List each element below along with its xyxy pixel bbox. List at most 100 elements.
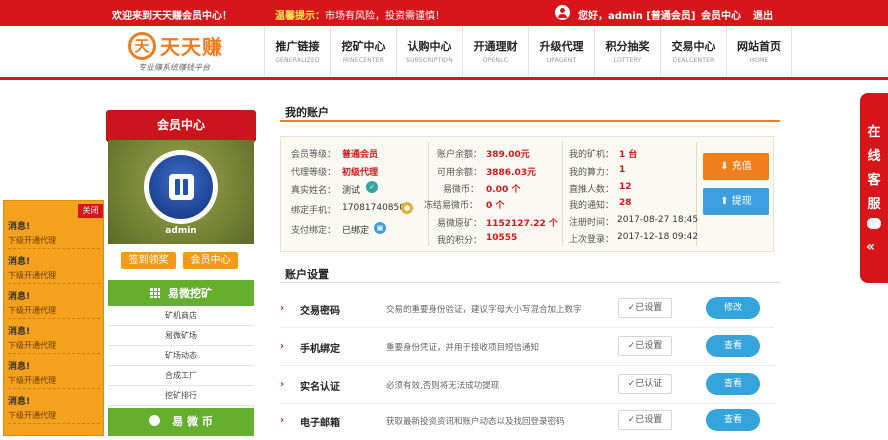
setting-name: 实名认证 (300, 382, 340, 393)
nav-deal-center[interactable]: 交易中心 DEALCENTER (660, 26, 726, 77)
settings-row-realname: › 实名认证 必须有效,否则将无法成功提现 ✓已认证 查看 (280, 366, 774, 404)
news-title: 消息! (8, 292, 31, 302)
nav-sublabel: LOTTERY (613, 57, 642, 64)
news-item[interactable]: 下级开通代理 (8, 305, 100, 319)
nav-label: 升级代理 (539, 40, 584, 53)
side-link-ranking[interactable]: 挖矿排行 (108, 386, 254, 406)
nav-label: 积分抽奖 (605, 40, 650, 53)
setting-desc: 交易的重要身份验证，建议字母大小写混合加上数字 (386, 305, 582, 315)
news-item[interactable]: 下级开通代理 (8, 270, 100, 284)
setting-status: ✓已设置 (618, 298, 672, 318)
chevron-right-icon: › (280, 379, 285, 390)
divider (696, 142, 697, 246)
news-item[interactable]: 下级开通代理 (8, 340, 100, 354)
nav-lottery[interactable]: 积分抽奖 LOTTERY (594, 26, 660, 77)
chat-bubble-icon (867, 218, 881, 229)
member-center-ribbon: 会员中心 (106, 110, 256, 140)
available-balance-value: 3886.03元 (486, 168, 536, 178)
nav-label: 认购中心 (407, 40, 452, 53)
acc-label: 代理等级： (291, 168, 337, 178)
news-title: 消息! (8, 222, 31, 232)
member-center-button[interactable]: 会员中心 (183, 252, 238, 269)
pause-icon (169, 174, 194, 200)
withdraw-button[interactable]: ⬆ 提现 (703, 188, 769, 215)
raw-ore-value: 1152127.22 个 (486, 219, 558, 229)
online-service-label: 在线客服 (867, 125, 881, 212)
logo-slogan: 专业赚系统赚钱平台 (138, 63, 210, 72)
logo-icon[interactable]: 天 (128, 32, 156, 60)
logo-name[interactable]: 天天赚 (160, 31, 223, 60)
side-link-miner-shop[interactable]: 矿机商店 (108, 306, 254, 326)
nav-sublabel: OPENLC (482, 57, 509, 64)
download-icon: ⬇ (720, 161, 732, 172)
acc-label: 我的通知： (569, 201, 615, 211)
online-service-tab[interactable]: 在线客服 « (860, 93, 888, 283)
news-item[interactable]: 下级开通代理 (8, 410, 100, 424)
acc-label: 我的算力： (569, 168, 615, 178)
setting-desc: 获取最新投资资讯和账户动态以及找回登录密码 (386, 417, 565, 427)
frozen-coin-value: 0 个 (486, 201, 505, 211)
news-item[interactable]: 下级开通代理 (8, 375, 100, 389)
acc-label: 易微原矿： (437, 219, 483, 229)
side-link-mine-news[interactable]: 矿场动态 (108, 346, 254, 366)
upload-icon: ⬆ (720, 196, 732, 207)
acc-label: 上次登录： (569, 235, 615, 245)
side-link-mine-field[interactable]: 易微矿场 (108, 326, 254, 346)
setting-status: ✓已设置 (618, 336, 672, 356)
nav-generalized[interactable]: 推广链接 GENERALIZED (264, 26, 330, 77)
acc-label: 我的矿机： (569, 150, 615, 160)
nav-sublabel: UPAGENT (546, 57, 577, 64)
nav-home[interactable]: 网站首页 HOME (726, 26, 792, 77)
coin-menu-header[interactable]: 易 微 币 (108, 408, 254, 436)
acc-label: 支付绑定： (291, 226, 337, 236)
avatar[interactable] (144, 150, 218, 224)
nav-upgrade-agent[interactable]: 升级代理 UPAGENT (528, 26, 594, 77)
view-button[interactable]: 查看 (706, 409, 760, 431)
nav-subscription[interactable]: 认购中心 SUBSCRIPTION (396, 26, 462, 77)
chevron-right-icon: › (280, 341, 285, 352)
member-center-link[interactable]: 会员中心 (701, 7, 741, 22)
nav-sublabel: MINECENTER (342, 57, 385, 64)
nav-open-lc[interactable]: 开通理财 OPENLC (462, 26, 528, 77)
nav-label: 交易中心 (671, 40, 716, 53)
account-title-underline (280, 120, 780, 122)
phone-value: 17081740850 (342, 203, 405, 213)
coin-menu-label: 易 微 币 (172, 415, 213, 428)
setting-status: ✓已设置 (618, 410, 672, 430)
settings-title: 账户设置 (285, 268, 329, 281)
user-icon (555, 5, 570, 20)
register-time-value: 2017-08-27 18:45 (617, 215, 699, 225)
mining-menu-header[interactable]: 易微挖矿 (108, 280, 254, 308)
setting-status-label: 已认证 (635, 379, 663, 389)
view-button[interactable]: 查看 (706, 373, 760, 395)
sign-in-reward-button[interactable]: 签到领奖 (121, 252, 176, 269)
acc-label: 绑定手机： (291, 206, 337, 216)
view-button[interactable]: 查看 (706, 335, 760, 357)
side-link-factory[interactable]: 合成工厂 (108, 366, 254, 386)
verified-user-icon: ✓ (366, 181, 378, 193)
logout-link[interactable]: 退出 (753, 7, 773, 22)
setting-desc: 重要身份凭证，并用于接收项目短信通知 (386, 343, 540, 353)
chevron-left-icon: « (866, 239, 876, 255)
nav-label: 推广链接 (275, 40, 320, 53)
acc-label: 账户余额： (437, 150, 483, 160)
agent-level-value: 初级代理 (342, 168, 379, 178)
news-item[interactable]: 下级开通代理 (8, 235, 100, 249)
acc-label: 易微币： (443, 185, 480, 195)
recharge-button[interactable]: ⬇ 充值 (703, 153, 769, 180)
user-greeting: 您好，admin [普通会员] (578, 11, 696, 22)
nav-sublabel: GENERALIZED (275, 57, 320, 64)
nav-label: 网站首页 (737, 40, 781, 53)
setting-status-label: 已设置 (635, 341, 663, 351)
acc-label: 我的积分： (437, 236, 483, 246)
setting-name: 交易密码 (300, 306, 340, 317)
nav-mine-center[interactable]: 挖矿中心 MINECENTER (330, 26, 396, 77)
news-close-button[interactable]: 关闭 (78, 204, 103, 218)
settings-row-phone: › 手机绑定 重要身份凭证，并用于接收项目短信通知 ✓已设置 查看 (280, 328, 774, 366)
grid-icon (150, 288, 160, 298)
tip-text: 市场有风险，投资需谨慎！ (325, 11, 445, 22)
news-title: 消息! (8, 257, 31, 267)
chevron-right-icon: › (280, 415, 285, 426)
acc-label: 可用余额： (437, 168, 483, 178)
modify-button[interactable]: 修改 (706, 297, 760, 319)
